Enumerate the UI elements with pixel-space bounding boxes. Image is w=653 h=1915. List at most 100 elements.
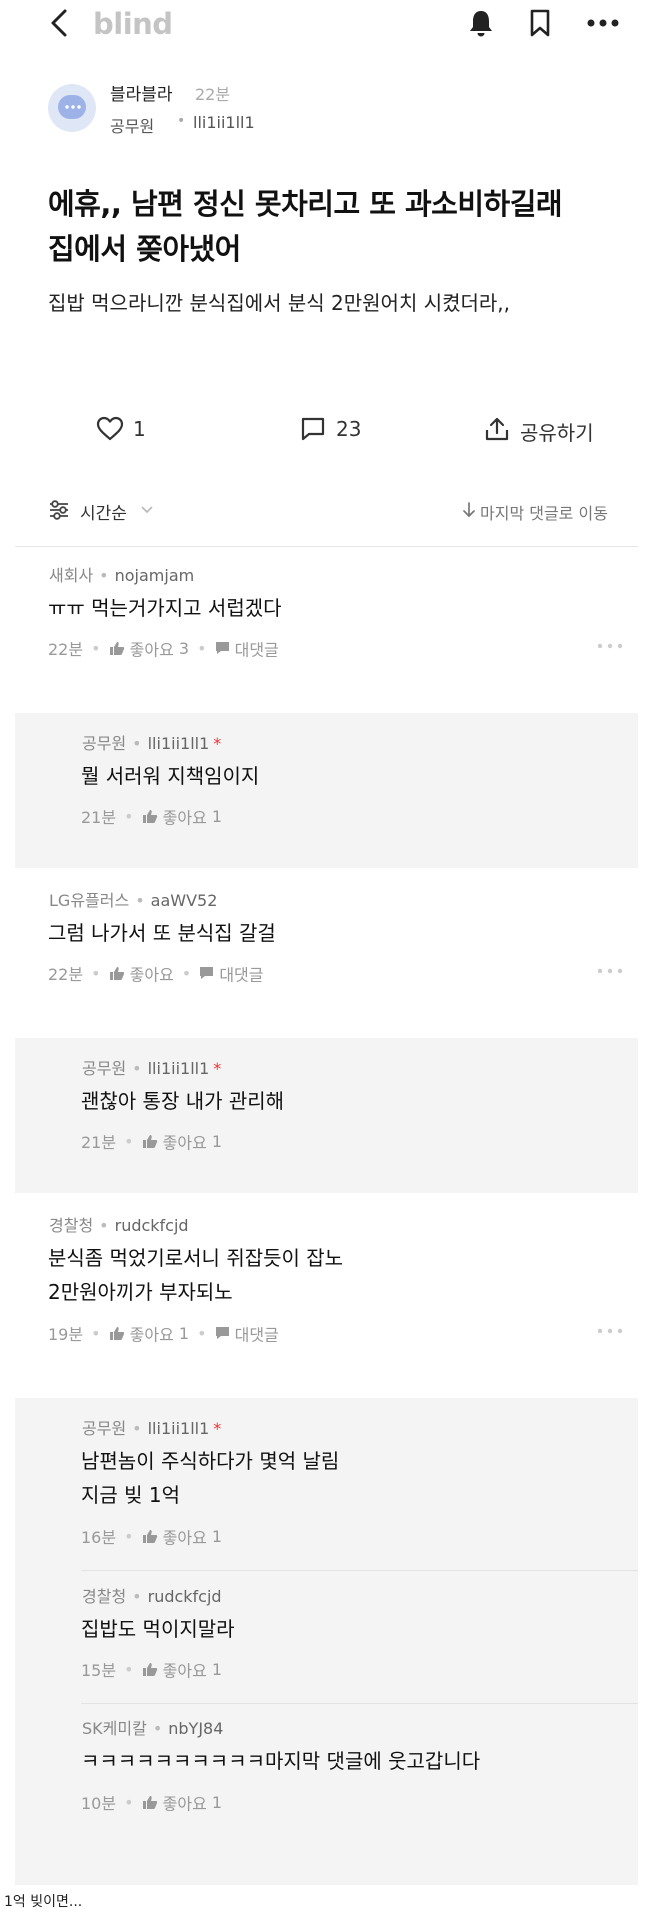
comment-footer: 22분 • 좋아요 • 대댓글 — [48, 963, 264, 985]
sort-row: 시간순 마지막 댓글로 이동 — [0, 494, 653, 534]
like-button[interactable]: 1 — [96, 414, 176, 444]
comment-like-button[interactable]: 좋아요 1 — [142, 1131, 222, 1152]
reply-button[interactable]: 대댓글 — [215, 638, 279, 659]
comment-text: ㅋㅋㅋㅋㅋㅋㅋㅋㅋㅋ마지막 댓글에 웃고갑니다 — [81, 1749, 481, 1773]
comment-time: 16분 — [81, 1528, 117, 1547]
author-avatar[interactable] — [48, 84, 96, 132]
comment-text: ㅠㅠ 먹는거가지고 서럽겠다 — [48, 596, 282, 620]
reply-thread: 공무원 • lli1ii1ll1 * 남편놈이 주식하다가 몇억 날림 지금 빚 1억… — [15, 1398, 638, 1885]
reply-bubble-icon — [215, 1327, 229, 1339]
comment-text: 그럼 나가서 또 분식집 갈걸 — [48, 921, 276, 945]
comment-footer: 21분 • 좋아요 1 — [81, 1131, 223, 1153]
comment-like-button[interactable]: 좋아요 — [109, 963, 174, 984]
more-options-button[interactable] — [586, 16, 620, 30]
thumbs-up-icon — [109, 641, 124, 655]
comment-text: 집밥도 먹이지말라 — [81, 1617, 235, 1641]
sort-dropdown[interactable]: 시간순 — [48, 494, 158, 524]
comment-company: 경찰청 — [82, 1587, 127, 1606]
divider — [81, 1570, 638, 1571]
comment-footer: 10분 • 좋아요 1 — [81, 1792, 223, 1814]
comment-like-count: 1 — [211, 1526, 223, 1546]
comment-footer: 19분 • 좋아요 1 • 대댓글 — [48, 1323, 279, 1345]
comment-footer: 22분 • 좋아요 3 • 대댓글 — [48, 638, 279, 660]
comment-more-icon[interactable] — [597, 1327, 623, 1335]
reply-bubble-icon — [200, 967, 214, 979]
comment-footer: 21분 • 좋아요 1 — [81, 806, 223, 828]
reply-item: 공무원 • lli1ii1ll1 * 뭘 서러워 지책임이지 21분 • 좋아요 1 — [15, 713, 638, 868]
heart-icon — [96, 416, 124, 441]
comment-author-id: nbYJ84 — [168, 1719, 224, 1738]
back-button[interactable] — [48, 8, 72, 38]
reply-item: 공무원 • lli1ii1ll1 * 괜찮아 통장 내가 관리해 21분 • 좋아요 1 — [15, 1038, 638, 1193]
post-time: 22분 — [195, 85, 231, 104]
arrow-down-icon — [463, 502, 475, 518]
comment-count: 23 — [336, 417, 362, 441]
comment-meta: 공무원 • lli1ii1ll1 * — [82, 1419, 222, 1438]
notification-button[interactable] — [466, 8, 496, 38]
comment-company: 공무원 — [82, 1059, 127, 1078]
comment-company: LG유플러스 — [49, 891, 130, 910]
comment-author-id: rudckfcjd — [147, 1587, 222, 1606]
meta-separator: • — [177, 113, 186, 129]
comment-meta: LG유플러스 • aaWV52 — [49, 891, 218, 910]
comment-meta: 새회사 • nojamjam — [49, 566, 195, 585]
author-name: 블라블라 — [110, 85, 173, 105]
post-title-line: 에휴,, 남편 정신 못차리고 또 과소비하길래 — [48, 187, 563, 221]
comment-text-line: 분식좀 먹었기로서니 쥐잡듯이 잡노 — [48, 1246, 344, 1270]
comment-company: 공무원 — [82, 734, 127, 753]
comment-time: 22분 — [48, 965, 84, 984]
like-count: 1 — [133, 417, 146, 441]
comment-like-button[interactable]: 좋아요 1 — [142, 1659, 222, 1680]
post-title: 에휴,, 남편 정신 못차리고 또 과소비하길래 집에서 쫒아냈어 — [48, 182, 618, 272]
post-body: 집밥 먹으라니깐 분식집에서 분식 2만원어치 시켰더라,, — [48, 291, 511, 315]
reply-button[interactable]: 대댓글 — [215, 1323, 279, 1344]
app-screen: blind 블라블라 22분 공무원 • lli1ii1ll1 에휴,, 남편 … — [0, 0, 653, 1915]
more-icon — [587, 19, 619, 27]
thumbs-up-icon — [109, 1326, 124, 1340]
sort-label: 시간순 — [80, 504, 127, 524]
comment-footer: 15분 • 좋아요 1 — [81, 1659, 223, 1681]
comment-like-button[interactable]: 좋아요 1 — [142, 1526, 223, 1547]
comment-text: 남편놈이 주식하다가 몇억 날림 지금 빚 1억 — [81, 1444, 601, 1512]
comment-company: 공무원 — [82, 1419, 127, 1438]
comment-like-count: 1 — [211, 806, 223, 826]
comment-meta: 경찰청 • rudckfcjd — [82, 1587, 222, 1606]
comment-footer: 16분 • 좋아요 1 — [81, 1526, 223, 1548]
sort-icon — [50, 500, 68, 520]
comment-author-id: lli1ii1ll1 — [147, 1059, 210, 1078]
comment-company: 새회사 — [49, 566, 94, 585]
comment-button[interactable]: 23 — [300, 414, 390, 444]
comment-like-button[interactable]: 좋아요 3 — [109, 638, 190, 659]
comment-author-id: aaWV52 — [150, 891, 218, 910]
thumbs-up-icon — [142, 1134, 157, 1148]
comment-like-button[interactable]: 좋아요 1 — [142, 1792, 223, 1813]
comment-like-count: 3 — [178, 638, 190, 658]
comment-text-line: 2만원아끼가 부자되노 — [48, 1280, 233, 1304]
share-icon — [485, 417, 509, 441]
bookmark-icon — [530, 9, 550, 37]
reply-button[interactable]: 대댓글 — [199, 963, 264, 984]
brand-logo: blind — [93, 7, 173, 41]
jump-to-last-comment[interactable]: 마지막 댓글로 이동 — [462, 494, 622, 524]
comment-item: 경찰청 • rudckfcjd 분식좀 먹었기로서니 쥐잡듯이 잡노 2만원아끼가 … — [15, 1197, 638, 1387]
comment-icon — [301, 417, 325, 441]
comment-author-id: nojamjam — [114, 566, 195, 585]
comment-more-icon[interactable] — [597, 642, 623, 650]
image-caption: 1억 빚이면... — [4, 1894, 83, 1910]
reply-bubble-icon — [215, 642, 229, 654]
comment-more-icon[interactable] — [597, 967, 623, 975]
comment-meta: 경찰청 • rudckfcjd — [49, 1216, 189, 1235]
comment-item: 새회사 • nojamjam ㅠㅠ 먹는거가지고 서럽겠다 22분 • 좋아요 3 • … — [15, 547, 638, 702]
comment-text-line: 남편놈이 주식하다가 몇억 날림 — [81, 1449, 340, 1473]
comment-like-count: 1 — [178, 1323, 190, 1343]
share-button[interactable]: 공유하기 — [484, 414, 614, 445]
comment-like-button[interactable]: 좋아요 1 — [142, 806, 223, 827]
comment-like-count: 1 — [211, 1792, 223, 1812]
comment-time: 21분 — [81, 1133, 117, 1152]
comment-text: 괜찮아 통장 내가 관리해 — [81, 1089, 285, 1113]
bookmark-button[interactable] — [528, 8, 552, 38]
comment-like-button[interactable]: 좋아요 1 — [109, 1323, 190, 1344]
comment-time: 22분 — [48, 640, 84, 659]
comment-meta: SK케미칼 • nbYJ84 — [82, 1719, 224, 1738]
divider — [81, 1703, 638, 1704]
